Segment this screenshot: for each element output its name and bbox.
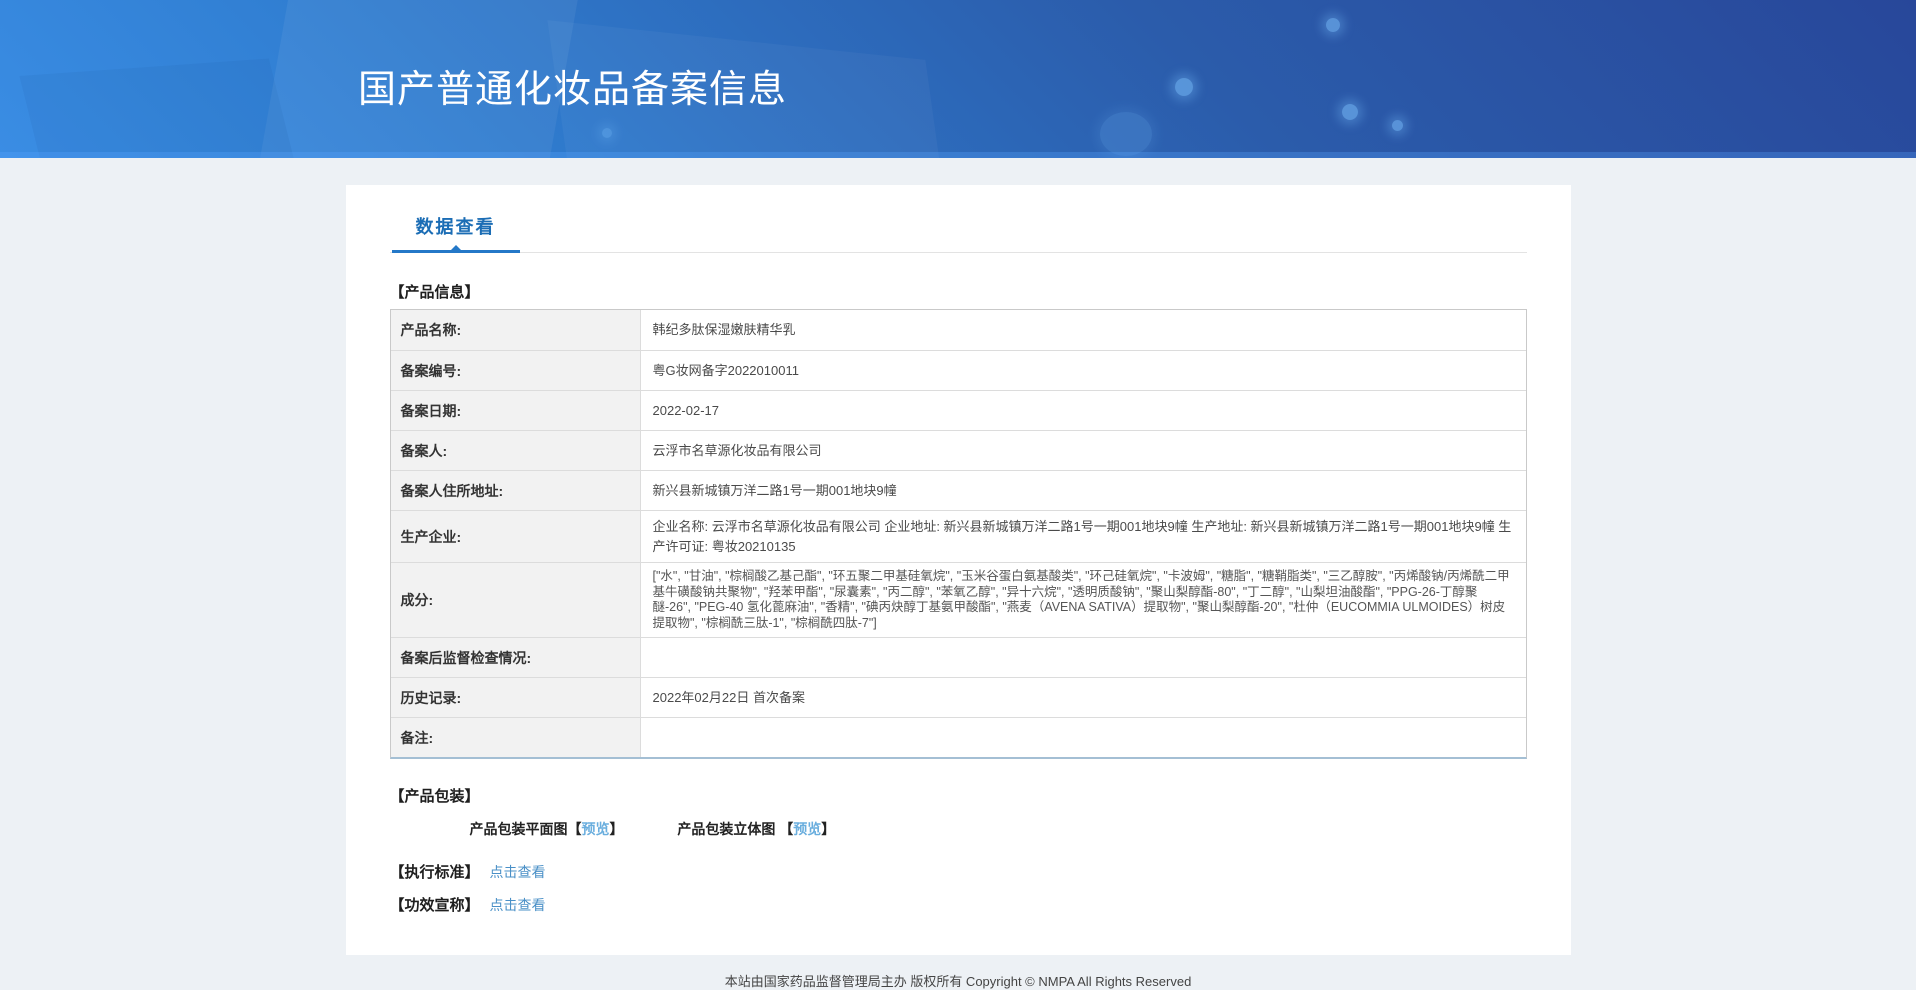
row-label: 备案人: (390, 431, 641, 470)
packaging-flat-preview-link[interactable]: 预览 (582, 821, 610, 837)
executive-standard-title: 【执行标准】 (389, 864, 480, 881)
row-label: 生产企业: (390, 511, 641, 562)
row-label: 备案后监督检查情况: (390, 638, 641, 677)
table-row-record-date: 备案日期: 2022-02-17 (390, 390, 1526, 430)
content-card: 数据查看 【产品信息】 产品名称: 韩纪多肽保湿嫩肤精华乳 备案编号: 粤G妆网… (345, 185, 1571, 955)
table-row-manufacturer: 生产企业: 企业名称: 云浮市名草源化妆品有限公司 企业地址: 新兴县新城镇万洋… (390, 510, 1526, 562)
row-label: 备注: (390, 718, 641, 757)
row-value: 新兴县新城镇万洋二路1号一期001地块9幢 (652, 482, 897, 498)
footer-copyright: 本站由国家药品监督管理局主办 版权所有 Copyright © NMPA All… (724, 974, 1192, 989)
efficacy-claim-line: 【功效宣称】 点击查看 (390, 894, 1527, 915)
packaging-flat-item: 产品包装平面图【预览】 (470, 819, 624, 839)
table-row-history: 历史记录: 2022年02月22日 首次备案 (390, 677, 1526, 717)
tab-caret-icon (449, 245, 462, 251)
packaging-flat-label: 产品包装平面图【 (469, 821, 582, 837)
row-label: 备案人住所地址: (390, 471, 641, 510)
row-value: ["水", "甘油", "棕榈酸乙基己酯", "环五聚二甲基硅氧烷", "玉米谷… (652, 569, 1510, 630)
row-label: 备案日期: (390, 391, 641, 430)
packaging-line: 产品包装平面图【预览】 产品包装立体图 【预览】 (390, 819, 1527, 839)
table-row-record-number: 备案编号: 粤G妆网备字2022010011 (390, 350, 1526, 390)
row-value: 企业名称: 云浮市名草源化妆品有限公司 企业地址: 新兴县新城镇万洋二路1号一期… (652, 519, 1512, 554)
row-label: 备案编号: (390, 351, 641, 390)
packaging-stereo-label: 产品包装立体图 【 (677, 821, 794, 837)
tab-data-view-label: 数据查看 (415, 217, 496, 237)
row-label: 成分: (390, 563, 641, 637)
glow-dot-decoration (602, 128, 612, 138)
table-row-post-record-inspection: 备案后监督检查情况: (390, 637, 1526, 677)
tab-active-underline (391, 245, 520, 253)
glow-dot-decoration (1342, 104, 1358, 120)
table-row-remarks: 备注: (390, 717, 1526, 757)
efficacy-claim-title: 【功效宣称】 (389, 897, 480, 914)
cube-decoration (19, 58, 311, 158)
glow-dot-decoration (1175, 78, 1193, 96)
product-info-section: 【产品信息】 产品名称: 韩纪多肽保湿嫩肤精华乳 备案编号: 粤G妆网备字202… (346, 281, 1571, 915)
packaging-stereo-item: 产品包装立体图 【预览】 (677, 819, 835, 839)
product-info-table: 产品名称: 韩纪多肽保湿嫩肤精华乳 备案编号: 粤G妆网备字2022010011… (389, 309, 1527, 759)
product-info-title: 【产品信息】 (389, 284, 480, 301)
table-row-registrant: 备案人: 云浮市名草源化妆品有限公司 (390, 430, 1526, 470)
row-value: 粤G妆网备字2022010011 (652, 362, 799, 378)
row-value (641, 638, 1526, 677)
row-value: 2022-02-17 (652, 402, 720, 418)
packaging-flat-suffix: 】 (609, 821, 624, 837)
packaging-stereo-preview-link[interactable]: 预览 (793, 821, 821, 837)
glow-dot-decoration (1392, 120, 1403, 131)
row-value (641, 718, 1526, 757)
row-label: 产品名称: (390, 310, 641, 350)
row-label: 历史记录: (390, 678, 641, 717)
efficacy-claim-view-link[interactable]: 点击查看 (490, 897, 546, 913)
packaging-section-title: 【产品包装】 (389, 788, 480, 805)
glow-dot-decoration (1326, 18, 1340, 32)
executive-standard-line: 【执行标准】 点击查看 (390, 861, 1527, 882)
table-row-registrant-address: 备案人住所地址: 新兴县新城镇万洋二路1号一期001地块9幢 (390, 470, 1526, 510)
table-row-ingredients: 成分: ["水", "甘油", "棕榈酸乙基己酯", "环五聚二甲基硅氧烷", … (390, 562, 1526, 637)
tab-bar: 数据查看 (389, 185, 1527, 253)
glow-dot-decoration (1100, 112, 1152, 156)
page-header: 国产普通化妆品备案信息 (0, 0, 1916, 158)
table-row-product-name: 产品名称: 韩纪多肽保湿嫩肤精华乳 (390, 310, 1526, 350)
packaging-stereo-suffix: 】 (821, 821, 836, 837)
row-value: 韩纪多肽保湿嫩肤精华乳 (652, 322, 796, 338)
row-value: 2022年02月22日 首次备案 (652, 689, 805, 705)
executive-standard-view-link[interactable]: 点击查看 (490, 864, 546, 880)
page-title: 国产普通化妆品备案信息 (358, 69, 788, 111)
tab-data-view[interactable]: 数据查看 (391, 213, 520, 253)
row-value: 云浮市名草源化妆品有限公司 (652, 442, 822, 458)
